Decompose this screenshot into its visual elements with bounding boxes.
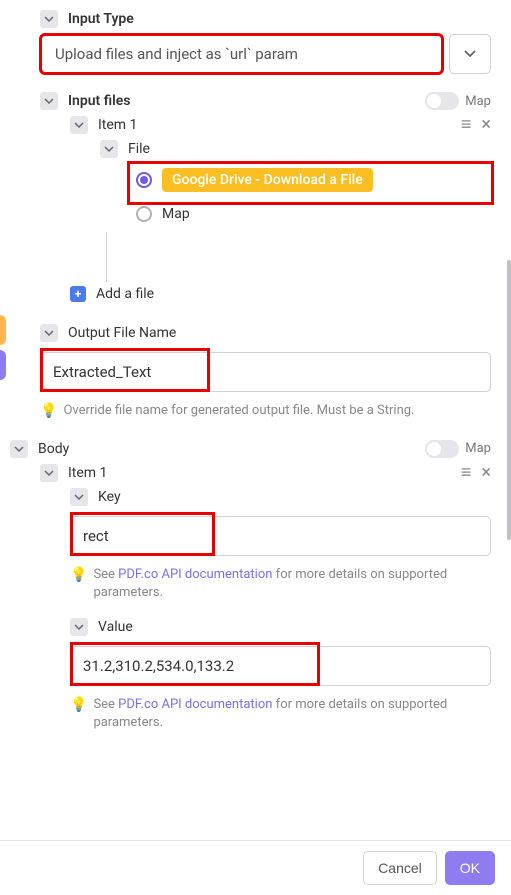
- collapse-toggle-value[interactable]: [70, 618, 88, 636]
- key-hint-prefix: See: [93, 567, 118, 582]
- collapse-toggle-output-filename[interactable]: [40, 324, 58, 342]
- value-input[interactable]: [70, 646, 491, 686]
- collapse-toggle-item1[interactable]: [70, 116, 88, 134]
- item1-menu-icon[interactable]: ≡: [461, 116, 472, 134]
- input-files-label: Input files: [68, 93, 130, 109]
- add-file-label: Add a file: [96, 286, 154, 302]
- file-label: File: [128, 141, 150, 157]
- radio-map[interactable]: [136, 206, 152, 222]
- body-item1-label: Item 1: [68, 465, 107, 481]
- input-files-map-label: Map: [465, 94, 491, 109]
- add-file-button[interactable]: +: [70, 286, 86, 302]
- collapse-toggle-input-files[interactable]: [40, 92, 58, 110]
- ok-button[interactable]: OK: [445, 851, 495, 885]
- bulb-icon: 💡: [70, 566, 87, 586]
- item1-remove-icon[interactable]: ×: [481, 116, 491, 134]
- collapse-toggle-body-item1[interactable]: [40, 464, 58, 482]
- body-map-switch[interactable]: [425, 440, 459, 458]
- collapse-toggle-file[interactable]: [100, 140, 118, 158]
- input-type-caret[interactable]: [449, 34, 491, 74]
- cancel-button[interactable]: Cancel: [363, 851, 437, 885]
- radio-google-drive-label: Google Drive - Download a File: [162, 168, 373, 192]
- footer: Cancel OK: [0, 840, 511, 895]
- item1-label: Item 1: [98, 117, 137, 133]
- body-label: Body: [38, 441, 69, 457]
- tree-connector: [106, 232, 491, 282]
- output-filename-label: Output File Name: [68, 325, 176, 341]
- form-content: Input Type Upload files and inject as `u…: [0, 0, 511, 840]
- side-tab-purple: [0, 350, 6, 380]
- collapse-toggle-body[interactable]: [10, 440, 28, 458]
- collapse-toggle-input-type[interactable]: [40, 10, 58, 28]
- body-item1-menu-icon[interactable]: ≡: [461, 464, 472, 482]
- body-item1-remove-icon[interactable]: ×: [481, 464, 491, 482]
- key-label: Key: [98, 489, 121, 505]
- scrollbar[interactable]: [507, 260, 511, 540]
- value-hint-prefix: See: [93, 697, 118, 712]
- collapse-toggle-key[interactable]: [70, 488, 88, 506]
- output-filename-hint: Override file name for generated output …: [63, 402, 414, 420]
- input-files-map-switch[interactable]: [425, 92, 459, 110]
- bulb-icon: 💡: [40, 402, 57, 422]
- radio-google-drive[interactable]: [136, 172, 152, 188]
- input-type-label: Input Type: [68, 11, 134, 27]
- key-hint-link[interactable]: PDF.co API documentation: [118, 567, 272, 582]
- value-hint-link[interactable]: PDF.co API documentation: [118, 697, 272, 712]
- input-type-value: Upload files and inject as `url` param: [55, 45, 298, 63]
- input-type-select[interactable]: Upload files and inject as `url` param: [40, 34, 443, 74]
- radio-map-label: Map: [162, 206, 190, 222]
- side-tab-orange: [0, 315, 6, 345]
- value-label: Value: [98, 619, 133, 635]
- bulb-icon: 💡: [70, 696, 87, 716]
- output-filename-input[interactable]: [40, 352, 491, 392]
- body-map-label: Map: [465, 441, 491, 456]
- key-input[interactable]: [70, 516, 491, 556]
